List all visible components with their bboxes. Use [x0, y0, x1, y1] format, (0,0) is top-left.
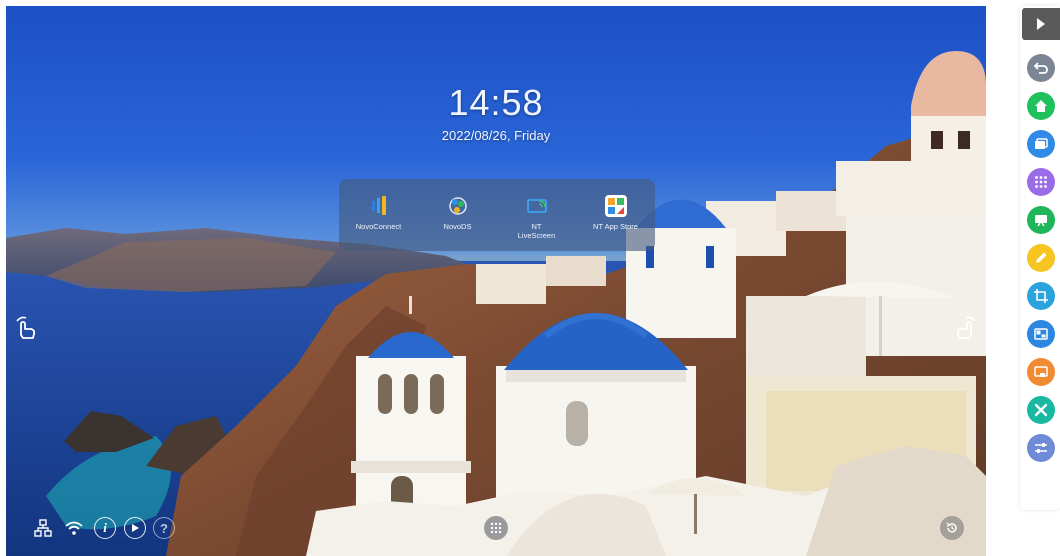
apps-grid-icon[interactable] [484, 516, 508, 540]
left-gesture-icon[interactable] [12, 312, 42, 342]
split-screen-icon [1034, 328, 1048, 340]
info-icon[interactable]: i [94, 517, 116, 539]
nt-app-store-icon [604, 195, 627, 217]
tools-icon [1034, 403, 1048, 417]
history-icon[interactable] [940, 516, 964, 540]
right-gesture-icon[interactable] [950, 312, 980, 342]
home-icon [1035, 100, 1047, 112]
whiteboard-icon [1035, 215, 1047, 227]
novoconnect-icon [368, 195, 390, 217]
desktop: 14:58 2022/08/26, Friday NovoConnect Nov… [6, 6, 986, 556]
play-icon[interactable] [124, 517, 146, 539]
app-label-nt-app-store: NT App Store [593, 222, 638, 231]
whiteboard-button[interactable] [1027, 206, 1055, 234]
wifi-icon[interactable] [63, 517, 85, 539]
annotate-button[interactable] [1027, 244, 1055, 272]
screenshot-button[interactable] [1027, 282, 1055, 310]
app-nt-livescreen[interactable]: NT LiveScreen [501, 195, 573, 240]
clock-time: 14:58 [448, 82, 544, 123]
source-input-icon [1034, 366, 1048, 377]
back-button[interactable] [1027, 54, 1055, 82]
windows-icon [1035, 138, 1048, 149]
apps-grid-icon [1035, 176, 1047, 188]
split-screen-button[interactable] [1027, 320, 1055, 348]
clock-date: 2022/08/26, Friday [441, 128, 551, 143]
app-nt-app-store[interactable]: NT App Store [580, 195, 652, 231]
pencil-icon [1036, 252, 1047, 263]
windows-button[interactable] [1027, 130, 1055, 158]
novods-icon [447, 195, 469, 217]
triangle-right-icon [1037, 18, 1045, 30]
back-arrow-icon [1033, 62, 1048, 74]
app-label-novoconnect: NovoConnect [355, 222, 402, 231]
help-icon[interactable]: ? [153, 517, 175, 539]
crop-icon [1034, 289, 1048, 303]
tools-button[interactable] [1027, 396, 1055, 424]
home-button[interactable] [1027, 92, 1055, 120]
app-label-nt-livescreen: NT LiveScreen [517, 222, 556, 240]
side-toolbar [1020, 6, 1060, 510]
sliders-icon [1035, 443, 1047, 453]
app-label-novods: NovoDS [443, 222, 472, 231]
network-icon[interactable] [32, 517, 54, 539]
apps-button[interactable] [1027, 168, 1055, 196]
source-button[interactable] [1027, 358, 1055, 386]
toolbar-collapse-button[interactable] [1022, 8, 1060, 40]
app-novods[interactable]: NovoDS [422, 195, 494, 231]
app-novoconnect[interactable]: NovoConnect [343, 195, 415, 231]
nt-livescreen-icon [526, 195, 548, 217]
settings-button[interactable] [1027, 434, 1055, 462]
app-dock: NovoConnect NovoDS NT LiveScreen NT App … [339, 179, 655, 251]
